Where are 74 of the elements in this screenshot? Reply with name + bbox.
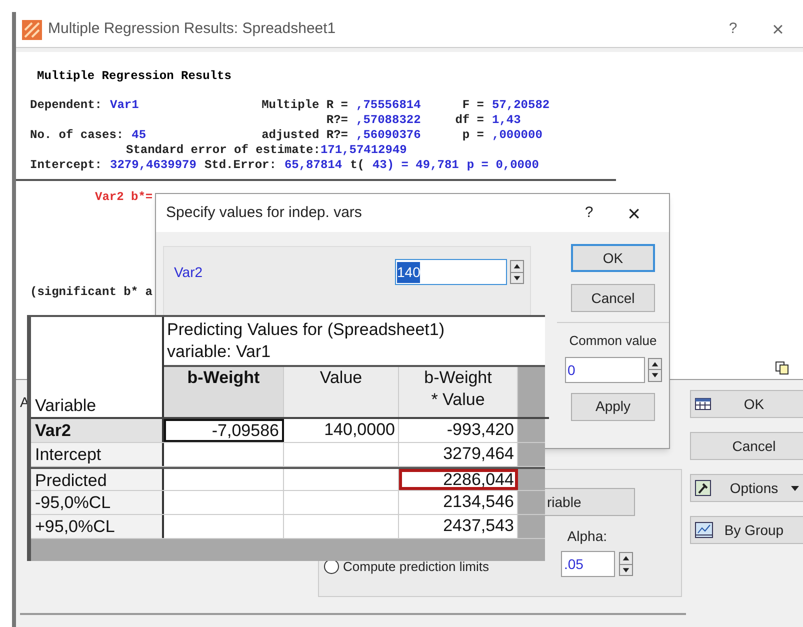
ok-button[interactable]: OK (571, 244, 655, 272)
row-header[interactable]: -95,0%CL (31, 491, 164, 514)
dropdown-caret-icon (791, 486, 799, 490)
app-logo-icon (22, 20, 42, 40)
stat-value: ,56090376 (356, 128, 421, 143)
dialog-title: Specify values for indep. vars (166, 202, 362, 223)
stat-value: 3279,4639979 (110, 158, 196, 173)
stat-label: Standard error of estimate: (126, 143, 320, 158)
close-button[interactable]: × (753, 14, 803, 44)
row-header[interactable]: +95,0%CL (31, 515, 164, 538)
table-cell: -993,420 (399, 419, 518, 442)
beta-label: Var2 b*= (95, 190, 153, 205)
table-cell: 2286,044 (399, 469, 518, 490)
value-spinner[interactable] (510, 260, 524, 284)
alpha-label: Alpha: (567, 527, 607, 546)
close-button[interactable]: × (609, 196, 659, 230)
variable-button[interactable]: riable (545, 488, 635, 516)
cancel-button[interactable]: Cancel (571, 284, 655, 312)
stat-label: Intercept: (30, 158, 102, 173)
stat-label: Dependent: (30, 98, 102, 113)
window-title: Multiple Regression Results: Spreadsheet1 (48, 19, 336, 40)
row-header[interactable]: Predicted (31, 469, 164, 490)
stat-value: Var1 (110, 98, 139, 113)
stat-label: Multiple R = (260, 98, 348, 113)
stat-label: R?= (325, 113, 348, 128)
row-header[interactable]: Var2 (31, 419, 164, 442)
radio-label: Compute prediction limits (343, 558, 489, 576)
stat-label: adjusted R?= (260, 128, 348, 143)
column-header[interactable]: b-Weight * Value (399, 367, 518, 417)
stat-value: 171,57412949 (320, 143, 407, 158)
results-heading: Multiple Regression Results (37, 69, 232, 84)
stat-label: Std.Error: (204, 158, 276, 173)
table-icon (695, 398, 711, 410)
stat-value: ,000000 (492, 128, 542, 143)
side-button[interactable]: By Group (690, 516, 803, 544)
stat-value: 43) = 49,781 (372, 158, 459, 173)
row-header[interactable]: Intercept (31, 443, 164, 466)
side-button[interactable]: OK (690, 390, 803, 418)
table-cell: -7,09586 (164, 419, 284, 442)
stat-value: 45 (132, 128, 146, 143)
side-button[interactable]: Options (690, 474, 803, 502)
alpha-field[interactable]: .05 (561, 551, 615, 577)
stat-label: t( (350, 158, 364, 173)
table-cell: 140,0000 (284, 419, 399, 442)
corner-header: Variable (31, 317, 164, 417)
common-value-spinner[interactable] (648, 358, 662, 382)
hammer-icon (695, 480, 711, 496)
table-cell: 2134,546 (399, 491, 518, 514)
side-button[interactable]: Cancel (690, 432, 803, 460)
column-header[interactable]: Value (284, 367, 399, 417)
alpha-spinner[interactable] (619, 552, 633, 576)
stat-label: p = (461, 128, 484, 143)
stat-value: 1,43 (492, 113, 521, 128)
stat-value: ,75556814 (356, 98, 421, 113)
value-field[interactable]: 140 (395, 259, 507, 285)
table-cell: 2437,543 (399, 515, 518, 538)
stat-value: ,57088322 (356, 113, 421, 128)
stat-label: F = (461, 98, 484, 113)
help-button[interactable]: ? (713, 18, 753, 41)
column-header[interactable]: b-Weight (164, 367, 284, 417)
stat-label: df = (454, 113, 484, 128)
apply-button[interactable]: Apply (571, 392, 655, 420)
common-value-label: Common value (569, 332, 657, 350)
variable-name: Var2 (174, 262, 204, 282)
stat-value: 65,87814 (284, 158, 342, 173)
stat-value: 57,20582 (492, 98, 550, 113)
common-value-field[interactable]: 0 (564, 356, 644, 382)
copy-icon[interactable] (775, 361, 789, 375)
table-cell: 3279,464 (399, 443, 518, 466)
significance-note: (significant b* a (30, 285, 152, 300)
stat-value: p = 0,0000 (466, 158, 539, 173)
help-button[interactable]: ? (569, 202, 609, 224)
stat-label: No. of cases: (30, 128, 124, 143)
chart-grid-icon (695, 522, 713, 538)
